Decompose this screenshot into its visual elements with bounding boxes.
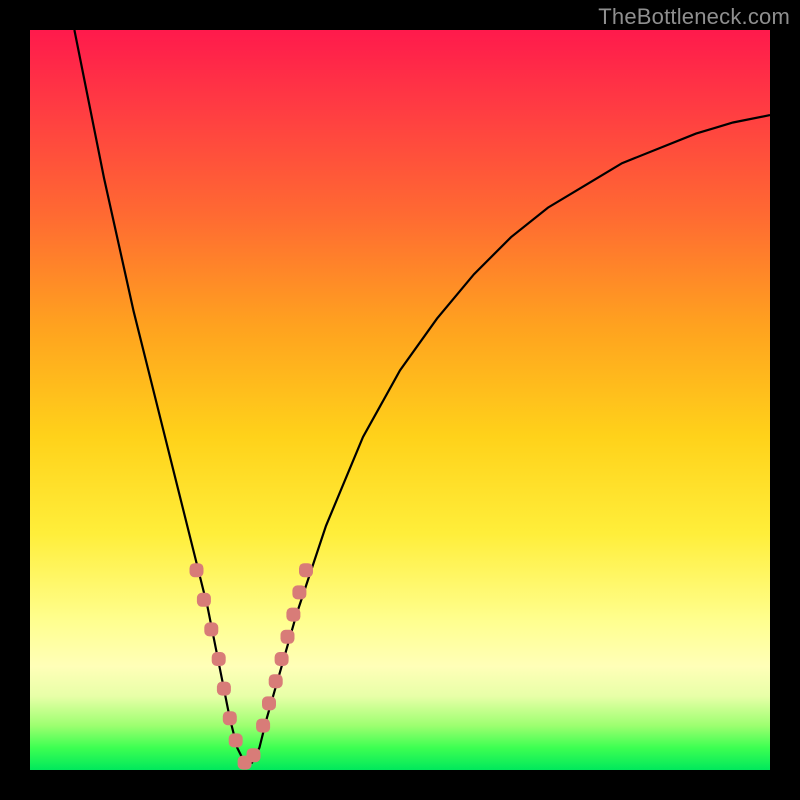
curve-marker [204,622,218,636]
curve-marker [269,674,283,688]
outer-frame: TheBottleneck.com [0,0,800,800]
curve-marker [256,719,270,733]
curve-marker [247,748,261,762]
curve-marker [275,652,289,666]
curve-marker [229,733,243,747]
curve-marker [190,563,204,577]
curve-marker [212,652,226,666]
curve-marker [217,682,231,696]
curve-marker [299,563,313,577]
marker-group [190,563,314,769]
curve-marker [197,593,211,607]
bottleneck-curve [74,30,770,763]
chart-svg [30,30,770,770]
curve-marker [281,630,295,644]
curve-marker [286,608,300,622]
curve-marker [292,585,306,599]
curve-marker [262,696,276,710]
watermark-text: TheBottleneck.com [598,4,790,30]
curve-marker [223,711,237,725]
